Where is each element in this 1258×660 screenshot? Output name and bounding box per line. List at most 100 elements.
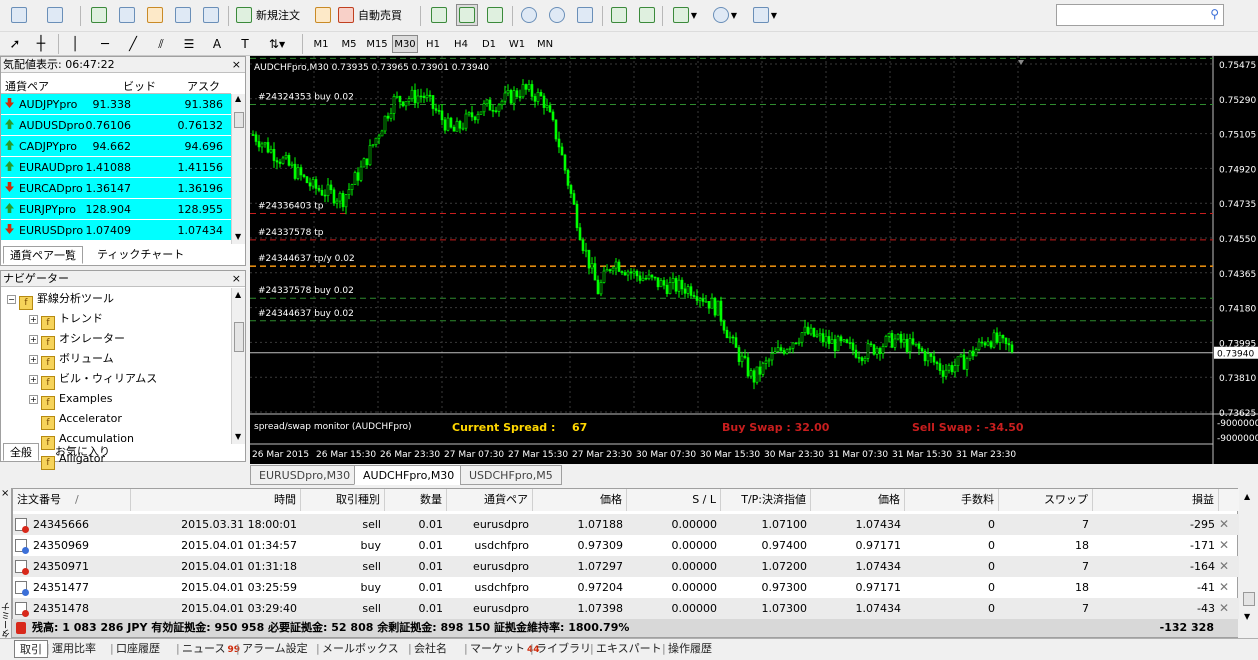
scroll-down-icon[interactable]: ▼ — [235, 432, 241, 441]
terminal-tab[interactable]: 運用比率 — [52, 640, 96, 658]
col-header-type[interactable]: 取引種別 — [301, 489, 385, 511]
terminal-tab[interactable]: 会社名 — [414, 640, 447, 658]
close-icon[interactable]: × — [1, 488, 9, 499]
col-header-symbol[interactable]: 通貨ペア — [447, 489, 533, 511]
chart-canvas[interactable]: 0.75475 0.75290 0.75105 0.74920 0.74735 0.745… — [250, 46, 1258, 464]
market-watch-row[interactable]: AUDJPYpro 91.338 91.386 — [1, 94, 231, 115]
tile-windows-button[interactable] — [574, 4, 596, 26]
close-order-icon[interactable]: ✕ — [1219, 577, 1229, 598]
expand-icon[interactable]: + — [29, 395, 38, 404]
navigator-button[interactable] — [144, 4, 166, 26]
meta-editor-button[interactable] — [312, 4, 334, 26]
navigator-item[interactable]: f Accelerator — [29, 409, 122, 430]
expand-icon[interactable]: + — [29, 335, 38, 344]
tab-favorites[interactable]: お気に入り — [49, 443, 116, 461]
text-tool[interactable]: A — [208, 33, 226, 55]
scroll-thumb[interactable] — [234, 322, 244, 352]
navigator-item[interactable]: + f トレンド — [29, 309, 103, 330]
new-order-button[interactable]: 新規注文 — [236, 4, 306, 26]
col-header-swap[interactable]: スワップ — [999, 489, 1093, 511]
navigator-scrollbar[interactable]: ▲ ▼ — [231, 288, 245, 444]
trade-row[interactable]: 24350971 2015.04.01 01:31:18 sell 0.01 eurus… — [13, 556, 1239, 577]
market-watch-row[interactable]: EURCADpro 1.36147 1.36196 — [1, 178, 231, 199]
trade-row[interactable]: 24350969 2015.04.01 01:34:57 buy 0.01 usdchf… — [13, 535, 1239, 556]
terminal-tab[interactable]: 取引 — [14, 640, 48, 658]
trade-row[interactable]: 24351477 2015.04.01 03:25:59 buy 0.01 usdchf… — [13, 577, 1239, 598]
close-order-icon[interactable]: ✕ — [1219, 556, 1229, 577]
col-header-profit[interactable]: 損益 — [1093, 489, 1219, 511]
scroll-up-icon[interactable]: ▲ — [235, 290, 241, 299]
col-header-tp[interactable]: T/P:決済指値 — [721, 489, 811, 511]
arrows-tool[interactable]: ⇅ ▼ — [262, 33, 292, 55]
terminal-tab[interactable]: ライブラリ — [536, 640, 591, 658]
tab-tick-chart[interactable]: ティックチャート — [91, 246, 190, 264]
terminal-tab[interactable]: 口座履歴 — [116, 640, 160, 658]
collapse-icon[interactable]: − — [7, 295, 16, 304]
trade-row[interactable]: 24345666 2015.03.31 18:00:01 sell 0.01 eurus… — [13, 514, 1239, 535]
indicators-button[interactable]: ▼ — [668, 4, 702, 26]
market-watch-row[interactable]: AUDUSDpro 0.76106 0.76132 — [1, 115, 231, 136]
terminal-tab[interactable]: メールボックス — [322, 640, 399, 658]
scroll-thumb[interactable] — [1243, 592, 1255, 606]
terminal-tab[interactable]: 操作履歴 — [668, 640, 712, 658]
close-order-icon[interactable]: ✕ — [1219, 535, 1229, 556]
scroll-up-icon[interactable]: ▲ — [235, 94, 241, 103]
navigator-item[interactable]: + f Examples — [29, 389, 112, 410]
timeframe-m30[interactable]: M30 — [392, 35, 418, 53]
market-watch-row[interactable]: EURJPYpro 128.904 128.955 — [1, 199, 231, 220]
col-header-comm[interactable]: 手数料 — [905, 489, 999, 511]
close-icon[interactable]: × — [232, 271, 241, 287]
autoscroll-button[interactable] — [608, 4, 630, 26]
periods-button[interactable]: ▼ — [708, 4, 742, 26]
col-header-time[interactable]: 時間 — [131, 489, 301, 511]
scroll-down-icon[interactable]: ▼ — [1244, 612, 1250, 621]
timeframe-m15[interactable]: M15 — [364, 35, 390, 53]
expand-icon[interactable]: + — [29, 355, 38, 364]
expand-icon[interactable]: + — [29, 315, 38, 324]
col-header-price[interactable]: 価格 — [533, 489, 627, 511]
candlestick-button[interactable] — [456, 4, 478, 26]
vertical-line-tool[interactable]: │ — [66, 33, 84, 55]
fibonacci-tool[interactable]: ☰ — [180, 33, 198, 55]
scroll-up-icon[interactable]: ▲ — [1244, 492, 1250, 501]
terminal-button[interactable] — [172, 4, 194, 26]
price-chart[interactable]: 0.75475 0.75290 0.75105 0.74920 0.74735 0.745… — [250, 46, 1258, 464]
auto-trading-button[interactable]: 自動売買 — [338, 4, 410, 26]
market-watch-scrollbar[interactable]: ▲ ▼ — [231, 94, 245, 244]
zoom-in-button[interactable] — [518, 4, 540, 26]
market-watch-row[interactable]: EURUSDpro 1.07409 1.07434 — [1, 220, 231, 241]
col-ask[interactable]: アスク — [187, 78, 220, 94]
trendline-tool[interactable]: ╱ — [124, 33, 142, 55]
terminal-scrollbar[interactable]: ▲ ▼ — [1240, 488, 1258, 638]
chart-shift-marker-icon[interactable] — [1018, 60, 1024, 65]
cursor-tool[interactable]: ➚ — [6, 33, 24, 55]
market-watch-row[interactable]: CADJPYpro 94.662 94.696 — [1, 136, 231, 157]
terminal-tab[interactable]: エキスパート — [596, 640, 662, 658]
navigator-item[interactable]: + f ボリューム — [29, 349, 114, 370]
tree-root[interactable]: − f 罫線分析ツール — [7, 289, 114, 310]
chart-shift-button[interactable] — [636, 4, 658, 26]
market-watch-row[interactable]: EURAUDpro 1.41088 1.41156 — [1, 157, 231, 178]
bar-chart-button[interactable] — [428, 4, 450, 26]
navigator-item[interactable]: + f ビル・ウィリアムス — [29, 369, 157, 390]
timeframe-mn[interactable]: MN — [532, 35, 558, 53]
tester-button[interactable] — [200, 4, 222, 26]
market-watch-button[interactable] — [88, 4, 110, 26]
horizontal-line-tool[interactable]: ─ — [96, 33, 114, 55]
timeframe-h4[interactable]: H4 — [448, 35, 474, 53]
trade-row[interactable]: 24351478 2015.04.01 03:29:40 sell 0.01 eurus… — [13, 598, 1239, 619]
timeframe-m1[interactable]: M1 — [308, 35, 334, 53]
timeframe-w1[interactable]: W1 — [504, 35, 530, 53]
terminal-tab[interactable]: ニュース 99 — [182, 640, 240, 658]
col-header-sl[interactable]: S / L — [627, 489, 721, 511]
scroll-down-icon[interactable]: ▼ — [235, 232, 241, 241]
line-chart-button[interactable] — [484, 4, 506, 26]
profiles-button[interactable] — [40, 4, 70, 26]
timeframe-h1[interactable]: H1 — [420, 35, 446, 53]
col-bid[interactable]: ビッド — [123, 78, 156, 94]
chart-tab[interactable]: EURUSDpro,M30 — [250, 465, 360, 485]
expand-icon[interactable]: + — [29, 375, 38, 384]
terminal-tab[interactable]: アラーム設定 — [242, 640, 308, 658]
col-header-volume[interactable]: 数量 — [385, 489, 447, 511]
channel-tool[interactable]: ⫽ — [152, 33, 170, 55]
